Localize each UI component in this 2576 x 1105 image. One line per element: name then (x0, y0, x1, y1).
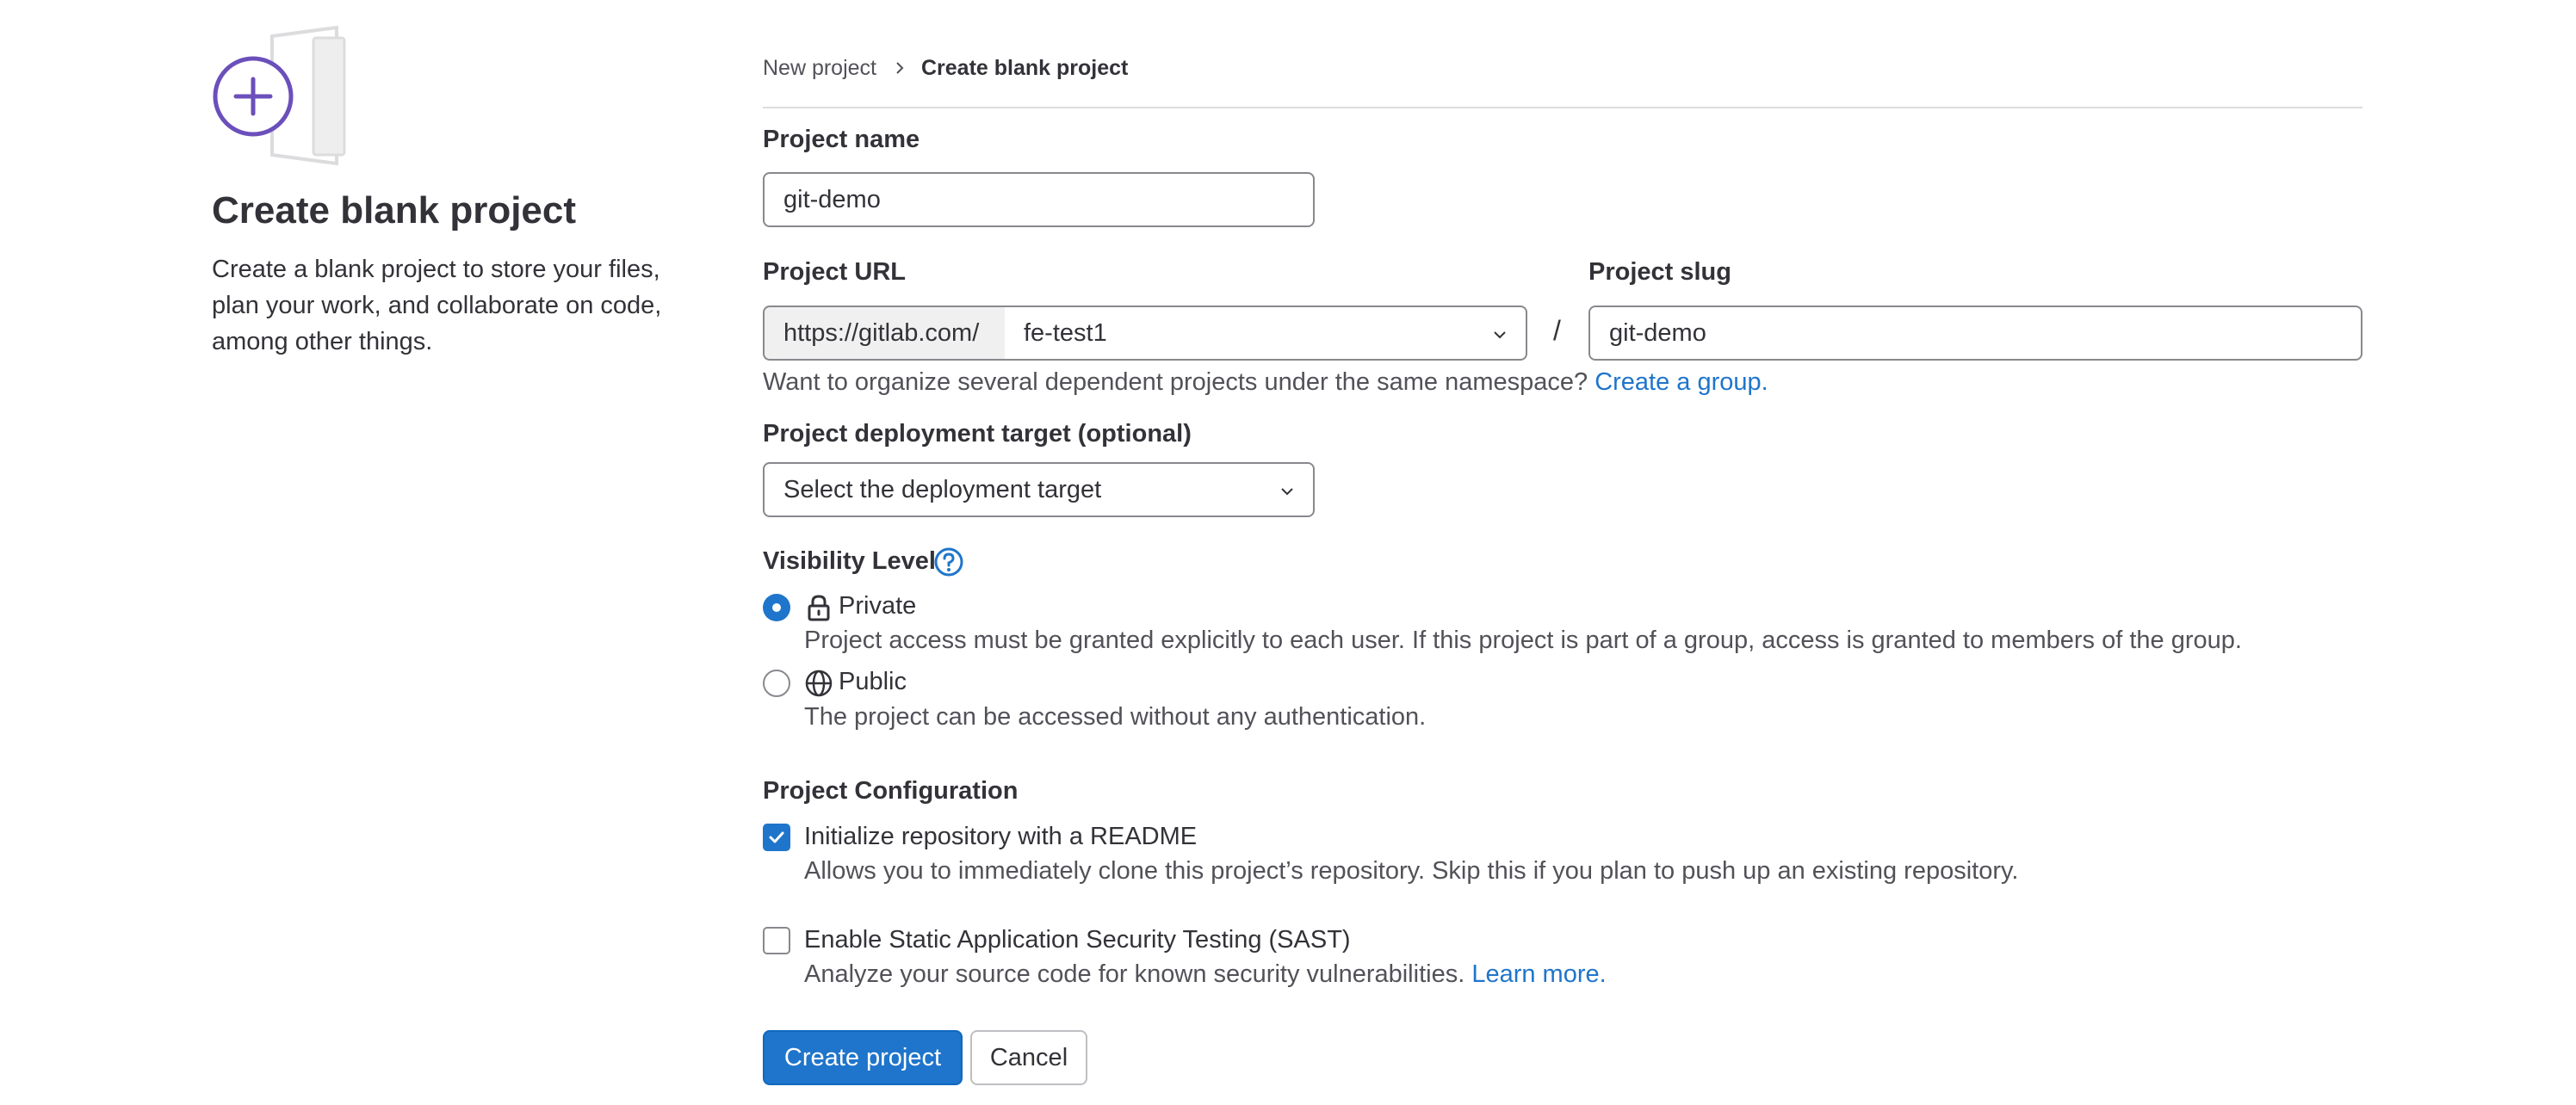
sast-label[interactable]: Enable Static Application Security Testi… (804, 926, 1351, 954)
breadcrumb-current: Create blank project (921, 55, 1129, 80)
breadcrumb-new-project[interactable]: New project (763, 56, 876, 81)
sast-help-text: Analyze your source code for known secur… (804, 960, 1465, 988)
project-url-label: Project URL (763, 258, 906, 286)
chevron-down-icon (1494, 331, 1506, 339)
project-url-prefix-text: https://gitlab.com/ (783, 318, 980, 347)
create-project-button[interactable]: Create project (763, 1030, 963, 1085)
namespace-help-text: Want to organize several dependent proje… (763, 368, 1588, 396)
visibility-private-radio[interactable] (763, 594, 790, 621)
deployment-target-placeholder: Select the deployment target (783, 475, 1102, 503)
project-slug-input[interactable]: git-demo (1588, 306, 2362, 361)
namespace-value: fe-test1 (1024, 318, 1107, 347)
namespace-select[interactable]: fe-test1 (1005, 306, 1527, 361)
chevron-down-icon (1281, 488, 1293, 496)
project-name-input[interactable]: git-demo (763, 172, 1315, 227)
visibility-public-radio[interactable] (763, 670, 790, 697)
globe-icon (805, 670, 833, 697)
readme-checkbox[interactable] (763, 824, 790, 851)
sast-checkbox[interactable] (763, 927, 790, 954)
question-circle-icon[interactable] (933, 546, 964, 577)
breadcrumb: New project Create blank project (763, 53, 1128, 83)
project-slug-label: Project slug (1588, 258, 1731, 286)
chevron-right-icon (896, 62, 904, 74)
learn-more-link[interactable]: Learn more. (1471, 960, 1606, 988)
visibility-private-help: Project access must be granted explicitl… (804, 627, 2242, 654)
visibility-label: Visibility Level (763, 547, 936, 575)
sidebar-description: Create a blank project to store your fil… (212, 256, 662, 355)
readme-label[interactable]: Initialize repository with a README (804, 823, 1197, 851)
sidebar-title: Create blank project (212, 189, 577, 231)
create-group-link[interactable]: Create a group. (1595, 368, 1768, 396)
project-slug-value: git-demo (1609, 318, 1706, 347)
project-name-value: git-demo (783, 185, 881, 213)
cancel-button[interactable]: Cancel (970, 1030, 1087, 1085)
blank-project-illustration (213, 26, 346, 165)
configuration-label: Project Configuration (763, 777, 1019, 805)
url-separator: / (1553, 315, 1561, 346)
visibility-public-help: The project can be accessed without any … (804, 703, 1427, 731)
check-icon (769, 831, 784, 843)
project-url-prefix: https://gitlab.com/ (763, 306, 1006, 361)
sast-help: Analyze your source code for known secur… (804, 960, 1607, 989)
deployment-target-label: Project deployment target (optional) (763, 420, 1192, 448)
visibility-private-label[interactable]: Private (839, 592, 916, 620)
breadcrumb-divider (763, 107, 2362, 108)
project-name-label: Project name (763, 126, 920, 153)
readme-help: Allows you to immediately clone this pro… (804, 857, 2019, 885)
lock-icon (808, 595, 830, 621)
visibility-public-label[interactable]: Public (839, 668, 907, 696)
deployment-target-select[interactable]: Select the deployment target (763, 462, 1315, 517)
namespace-help: Want to organize several dependent proje… (763, 368, 1768, 397)
